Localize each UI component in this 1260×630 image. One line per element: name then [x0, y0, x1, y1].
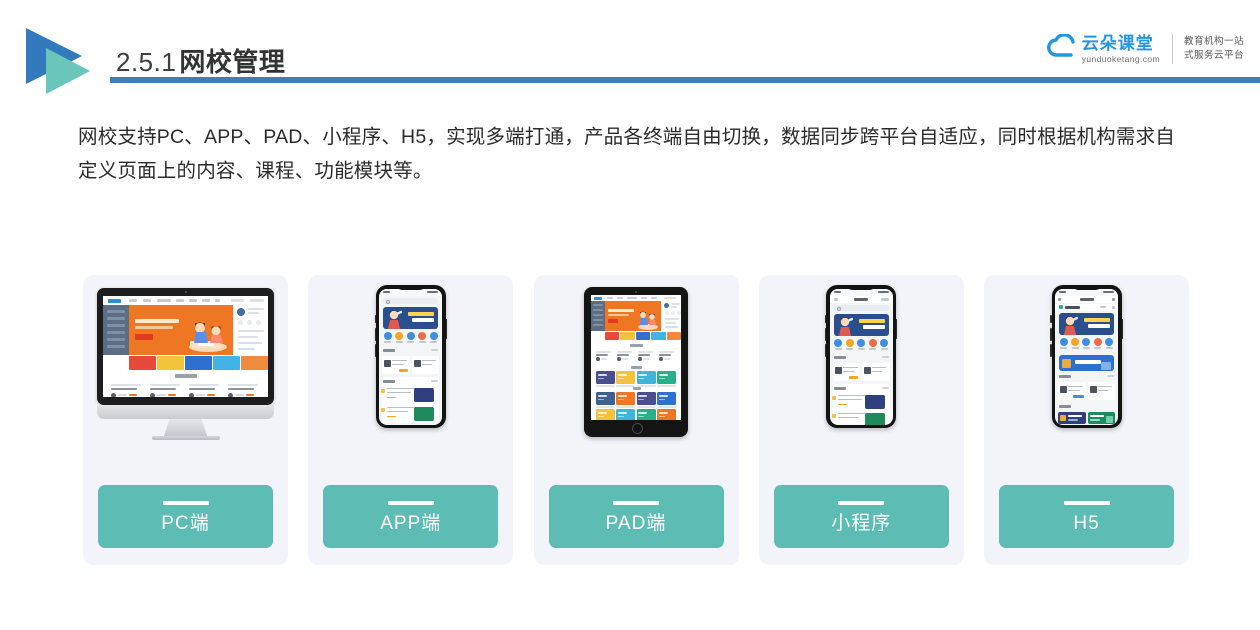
brand-tagline-line2: 式服务云平台	[1183, 50, 1244, 61]
device-label-pc[interactable]: PC端	[98, 485, 273, 548]
device-label-pad[interactable]: PAD端	[548, 485, 724, 548]
brand-url: yunduoketang.com	[1081, 53, 1160, 64]
title-underline-rule	[110, 77, 1260, 83]
device-label-text: PC端	[161, 512, 210, 534]
page-title-text: 网校管理	[179, 47, 286, 77]
iphone-icon	[759, 275, 964, 467]
label-accent-bar	[1063, 500, 1110, 505]
page-header: 2.5.1 网校管理 云朵课堂 yunduoketang.com 教育机构一站 式…	[0, 0, 1260, 96]
device-label-text: 小程序	[831, 512, 892, 534]
label-accent-bar	[162, 500, 209, 505]
iphone-icon	[308, 275, 513, 467]
device-label-text: APP端	[380, 512, 442, 534]
label-accent-bar	[613, 500, 659, 505]
imac-icon	[83, 275, 288, 467]
device-label-app[interactable]: APP端	[323, 485, 499, 548]
page-title-number: 2.5.1	[116, 47, 177, 77]
device-card-h5[interactable]: H5	[984, 275, 1189, 565]
label-accent-bar	[387, 500, 434, 505]
brand-divider	[1171, 34, 1173, 64]
body-paragraph: 网校支持PC、APP、PAD、小程序、H5，实现多端打通，产品各终端自由切换，数…	[78, 126, 1175, 182]
device-card-row: PC端 APP端 PAD端 小程序 H5	[83, 275, 1189, 565]
label-accent-bar	[838, 500, 885, 505]
double-triangle-play-logo-icon	[20, 22, 102, 96]
iphone-icon	[984, 275, 1189, 467]
ipad-icon	[534, 275, 739, 467]
device-card-miniprogram[interactable]: 小程序	[758, 275, 964, 565]
brand-tagline-line1: 教育机构一站	[1183, 35, 1244, 47]
brand-lockup: 云朵课堂 yunduoketang.com 教育机构一站 式服务云平台	[1046, 28, 1244, 70]
device-card-pc[interactable]: PC端	[83, 275, 288, 565]
device-label-h5[interactable]: H5	[999, 485, 1174, 548]
page-title: 2.5.1 网校管理	[116, 42, 285, 79]
cloud-icon	[1046, 33, 1081, 64]
device-card-app[interactable]: APP端	[308, 275, 514, 565]
brand-tagline: 教育机构一站 式服务云平台	[1184, 35, 1244, 64]
device-label-text: PAD端	[605, 512, 667, 534]
brand-names: 云朵课堂 yunduoketang.com	[1082, 35, 1160, 64]
device-label-text: H5	[1073, 512, 1100, 534]
device-card-pad[interactable]: PAD端	[533, 275, 739, 565]
device-label-miniprogram[interactable]: 小程序	[773, 485, 949, 548]
brand-name-cn: 云朵课堂	[1081, 33, 1154, 53]
